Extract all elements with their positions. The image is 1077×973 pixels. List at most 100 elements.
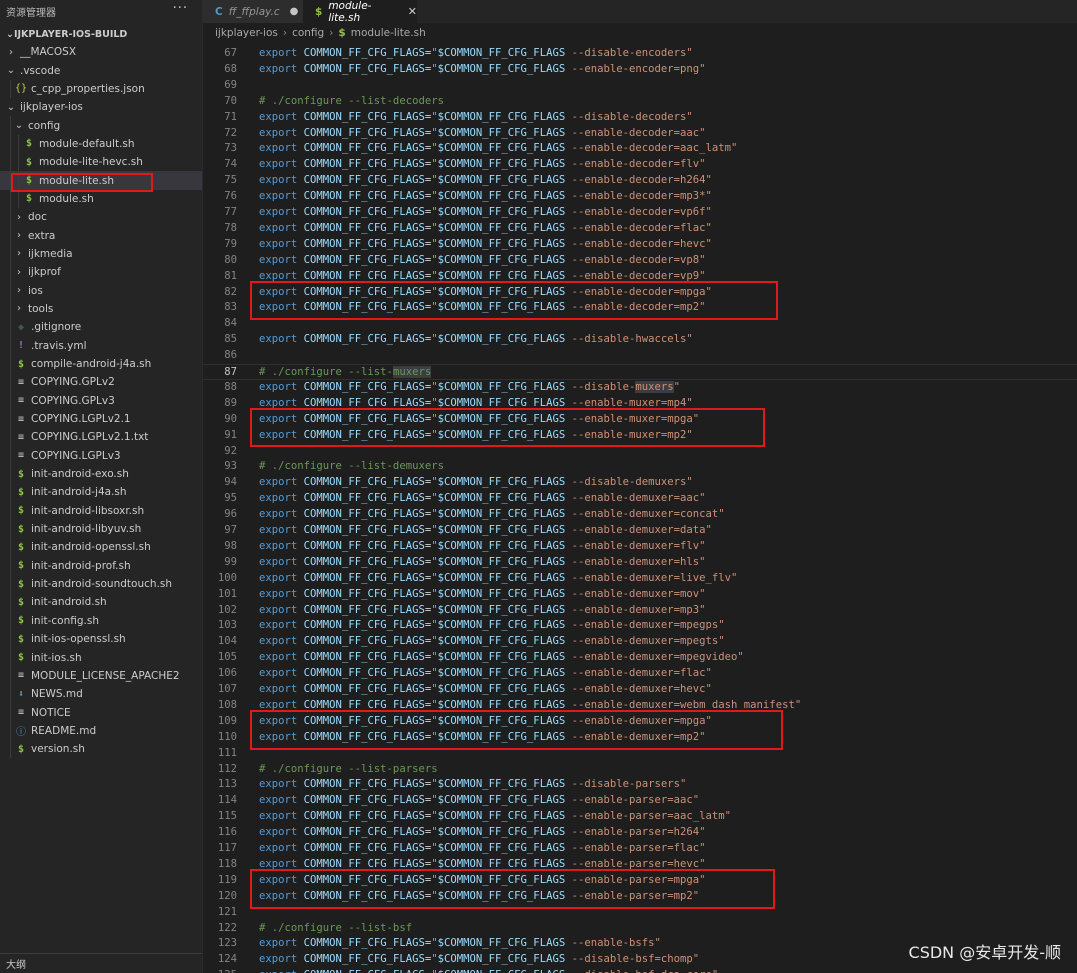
code-line[interactable]: 70 # ./configure --list-decoders (203, 94, 1077, 110)
file-item[interactable]: ≡ MODULE_LICENSE_APACHE2 (0, 666, 202, 686)
code-line[interactable]: 99 export COMMON_FF_CFG_FLAGS="$COMMON_FF… (203, 555, 1077, 571)
code-line[interactable]: 106 export COMMON_FF_CFG_FLAGS="$COMMON_F… (203, 666, 1077, 682)
code-line[interactable]: 103 export COMMON_FF_CFG_FLAGS="$COMMON_F… (203, 618, 1077, 634)
code-line[interactable]: 100 export COMMON_FF_CFG_FLAGS="$COMMON_F… (203, 571, 1077, 587)
tree-item-label: init-android-libsoxr.sh (31, 504, 145, 517)
indent-guide (10, 538, 11, 557)
file-item[interactable]: $ init-android.sh (0, 593, 202, 612)
highlighted-word: muxers (635, 380, 674, 393)
code-line[interactable]: 116 export COMMON_FF_CFG_FLAGS="$COMMON_F… (203, 825, 1077, 841)
code-line[interactable]: 117 export COMMON_FF_CFG_FLAGS="$COMMON_F… (203, 841, 1077, 857)
code-line[interactable]: 80 export COMMON_FF_CFG_FLAGS="$COMMON_FF… (203, 253, 1077, 269)
code-line[interactable]: 113 export COMMON_FF_CFG_FLAGS="$COMMON_F… (203, 777, 1077, 793)
file-item[interactable]: $ init-android-exo.sh (0, 464, 202, 484)
code-line[interactable]: 79 export COMMON_FF_CFG_FLAGS="$COMMON_FF… (203, 237, 1077, 253)
code-line[interactable]: 104 export COMMON_FF_CFG_FLAGS="$COMMON_F… (203, 634, 1077, 650)
folder-item[interactable]: › extra (0, 226, 202, 245)
file-item[interactable]: $ init-android-libyuv.sh (0, 519, 202, 539)
file-item[interactable]: $ init-ios-openssl.sh (0, 630, 202, 649)
folder-item[interactable]: › doc (0, 208, 202, 227)
modified-dot-icon[interactable]: ● (290, 6, 299, 17)
code-line[interactable]: 71 export COMMON_FF_CFG_FLAGS="$COMMON_FF… (203, 110, 1077, 126)
code-line[interactable]: 101 export COMMON_FF_CFG_FLAGS="$COMMON_F… (203, 587, 1077, 603)
folder-item[interactable]: › ios (0, 281, 202, 300)
code-line[interactable]: 88 export COMMON_FF_CFG_FLAGS="$COMMON_FF… (203, 380, 1077, 396)
file-item[interactable]: ⓘ README.md (0, 721, 202, 741)
code-text: export COMMON_FF_CFG_FLAGS="$COMMON_FF_C… (259, 809, 731, 825)
folder-item[interactable]: › __MACOSX (0, 43, 202, 61)
code-line[interactable]: 96 export COMMON_FF_CFG_FLAGS="$COMMON_FF… (203, 507, 1077, 523)
file-item[interactable]: $ init-android-j4a.sh (0, 483, 202, 502)
breadcrumb-item-ijkplayer-ios[interactable]: ijkplayer-ios (215, 27, 278, 39)
file-item[interactable]: $ init-android-libsoxr.sh (0, 501, 202, 520)
code-line[interactable]: 98 export COMMON_FF_CFG_FLAGS="$COMMON_FF… (203, 539, 1077, 555)
file-item[interactable]: $ module-default.sh (0, 134, 202, 154)
file-item[interactable]: $ version.sh (0, 740, 202, 759)
code-line[interactable]: 102 export COMMON_FF_CFG_FLAGS="$COMMON_F… (203, 603, 1077, 619)
code-line[interactable]: 72 export COMMON_FF_CFG_FLAGS="$COMMON_FF… (203, 126, 1077, 142)
string-token: --enable-demuxer=flac (571, 667, 706, 680)
file-item[interactable]: ≡ NOTICE (0, 703, 202, 722)
indent-guide (10, 318, 11, 337)
code-line[interactable]: 122 # ./configure --list-bsf (203, 921, 1077, 937)
code-line[interactable]: 105 export COMMON_FF_CFG_FLAGS="$COMMON_F… (203, 650, 1077, 666)
outline-section-header[interactable]: 大纲 (0, 953, 202, 973)
folder-item[interactable]: › tools (0, 299, 202, 319)
code-line[interactable]: 78 export COMMON_FF_CFG_FLAGS="$COMMON_FF… (203, 221, 1077, 237)
code-line[interactable]: 95 export COMMON_FF_CFG_FLAGS="$COMMON_FF… (203, 491, 1077, 507)
file-item[interactable]: $ module-lite-hevc.sh (0, 153, 202, 172)
folder-item[interactable]: › ijkprof (0, 263, 202, 282)
folder-item[interactable]: ⌄ config (0, 116, 202, 135)
folder-item[interactable]: › ijkmedia (0, 244, 202, 264)
file-item[interactable]: ! .travis.yml (0, 336, 202, 355)
code-line[interactable]: 76 export COMMON_FF_CFG_FLAGS="$COMMON_FF… (203, 189, 1077, 205)
more-actions-icon[interactable]: ··· (173, 1, 188, 16)
tab-ff-ffplay[interactable]: C ff_ffplay.c ● (203, 0, 303, 23)
code-line[interactable]: 67 export COMMON_FF_CFG_FLAGS="$COMMON_FF… (203, 46, 1077, 62)
folder-item[interactable]: ⌄ ijkplayer-ios (0, 98, 202, 116)
code-line[interactable]: 114 export COMMON_FF_CFG_FLAGS="$COMMON_F… (203, 793, 1077, 809)
code-line[interactable]: 68 export COMMON_FF_CFG_FLAGS="$COMMON_FF… (203, 62, 1077, 78)
file-item[interactable]: $ init-android-prof.sh (0, 556, 202, 575)
code-line[interactable]: 87 # ./configure --list-muxers (203, 364, 1077, 380)
file-item[interactable]: $ init-config.sh (0, 611, 202, 630)
file-item[interactable]: ≡ COPYING.LGPLv2.1 (0, 409, 202, 429)
file-item[interactable]: $ init-android-openssl.sh (0, 538, 202, 557)
code-line[interactable]: 77 export COMMON_FF_CFG_FLAGS="$COMMON_FF… (203, 205, 1077, 221)
comment-token: # ./configure --list-demuxers (259, 460, 444, 473)
file-item[interactable]: ≡ COPYING.GPLv3 (0, 391, 202, 410)
code-line[interactable]: 85 export COMMON_FF_CFG_FLAGS="$COMMON_FF… (203, 332, 1077, 348)
file-item[interactable]: ≡ COPYING.GPLv2 (0, 373, 202, 392)
code-line[interactable]: 73 export COMMON_FF_CFG_FLAGS="$COMMON_FF… (203, 141, 1077, 157)
code-line[interactable]: 115 export COMMON_FF_CFG_FLAGS="$COMMON_F… (203, 809, 1077, 825)
code-line[interactable]: 97 export COMMON_FF_CFG_FLAGS="$COMMON_FF… (203, 523, 1077, 539)
code-line[interactable]: 125 export COMMON_FF_CFG_FLAGS="$COMMON_F… (203, 968, 1077, 973)
file-item[interactable]: $ compile-android-j4a.sh (0, 354, 202, 374)
file-item[interactable]: $ init-ios.sh (0, 648, 202, 667)
file-item[interactable]: ⬇ NEWS.md (0, 685, 202, 704)
file-item[interactable]: $ module.sh (0, 189, 202, 209)
code-line[interactable]: 75 export COMMON_FF_CFG_FLAGS="$COMMON_FF… (203, 173, 1077, 189)
tab-module-lite[interactable]: $ module-lite.sh ✕ (303, 0, 417, 24)
breadcrumb-item-module-lite[interactable]: module-lite.sh (351, 27, 426, 39)
keyword-token: export (259, 826, 298, 839)
breadcrumb-item-config[interactable]: config (292, 27, 324, 39)
code-line[interactable]: 86 (203, 348, 1077, 364)
file-item[interactable]: ◆ .gitignore (0, 318, 202, 337)
code-editor[interactable]: 67 export COMMON_FF_CFG_FLAGS="$COMMON_FF… (203, 42, 1077, 973)
file-item[interactable]: $ init-android-soundtouch.sh (0, 574, 202, 594)
variable-reference-token: $COMMON_FF_CFG_FLAGS (437, 778, 566, 791)
workspace-root[interactable]: ⌄ IJKPLAYER-IOS-BUILD (0, 25, 202, 43)
code-line[interactable]: 112 # ./configure --list-parsers (203, 762, 1077, 778)
code-line[interactable]: 74 export COMMON_FF_CFG_FLAGS="$COMMON_FF… (203, 157, 1077, 173)
file-item[interactable]: {} c_cpp_properties.json (0, 79, 202, 99)
folder-item[interactable]: ⌄ .vscode (0, 61, 202, 79)
file-item[interactable]: ≡ COPYING.LGPLv3 (0, 446, 202, 465)
code-line[interactable]: 107 export COMMON_FF_CFG_FLAGS="$COMMON_F… (203, 682, 1077, 698)
close-icon[interactable]: ✕ (408, 5, 417, 18)
code-line[interactable]: 69 (203, 78, 1077, 94)
code-line[interactable]: 93 # ./configure --list-demuxers (203, 459, 1077, 475)
string-token: --enable-demuxer=hevc (571, 683, 706, 695)
code-line[interactable]: 94 export COMMON_FF_CFG_FLAGS="$COMMON_FF… (203, 475, 1077, 491)
file-item[interactable]: ≡ COPYING.LGPLv2.1.txt (0, 428, 202, 447)
